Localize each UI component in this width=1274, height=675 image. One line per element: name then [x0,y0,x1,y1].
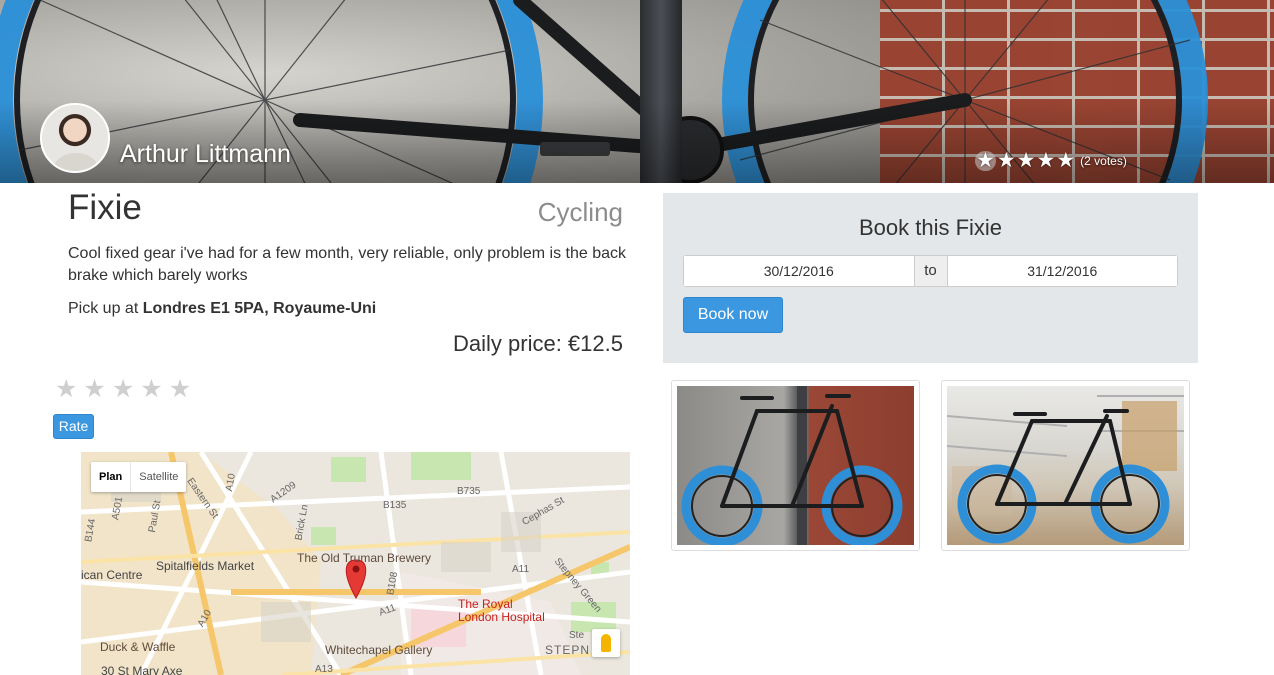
location-map[interactable]: Plan Satellite Spitalfields Market The O… [81,452,630,675]
booking-panel: Book this Fixie to Book now [663,193,1198,363]
map-label: A13 [315,664,333,675]
map-label: B735 [457,486,481,497]
pickup-location: Pick up at Londres E1 5PA, Royaume-Uni [68,298,376,320]
photo-thumbnail[interactable] [671,380,920,551]
star-icon[interactable]: ★ [169,375,191,403]
map-type-plan[interactable]: Plan [91,462,132,492]
map-label: The Old Truman Brewery [297,551,432,565]
map-label: Ste [569,630,585,641]
pickup-address: Londres E1 5PA, Royaume-Uni [142,300,377,317]
map-label: London Hospital [458,610,545,624]
cover-photo: Arthur Littmann ★ ★ ★ ★ ★ (2 votes) [0,0,1274,183]
votes-count: (2 votes) [1080,154,1127,168]
star-icon: ★ [1016,149,1036,172]
bike-photo [677,386,914,545]
map-label: STEPN [545,643,591,657]
listing-title: Fixie [68,188,142,227]
map-label: Spitalfields Market [156,559,255,573]
star-icon: ★ [996,149,1016,172]
map-type-toggle[interactable]: Plan Satellite [91,462,187,492]
star-icon: ★ [1036,149,1056,172]
listing-category: Cycling [537,197,623,227]
map-label: 30 St Mary Axe [101,664,183,675]
listing-description: Cool fixed gear i've had for a few month… [68,245,626,284]
pegman-icon[interactable] [592,629,620,657]
photo-thumbnail[interactable] [941,380,1190,551]
start-date-input[interactable] [684,256,914,286]
rating-input[interactable]: ★ ★ ★ ★ ★ [55,375,191,403]
owner-name[interactable]: Arthur Littmann [120,140,291,169]
map-label: A11 [512,564,530,575]
star-icon[interactable]: ★ [83,375,105,403]
star-icon[interactable]: ★ [140,375,162,403]
average-rating: ★ ★ ★ ★ ★ (2 votes) [975,150,1127,172]
owner-avatar[interactable] [40,103,110,173]
bike-photo [947,386,1184,545]
star-icon: ★ [1056,149,1076,172]
daily-price: Daily price: €12.5 [453,331,623,356]
date-range: to [683,255,1178,287]
end-date-input[interactable] [947,256,1177,286]
date-separator: to [913,256,948,286]
book-now-button[interactable]: Book now [683,297,783,333]
map-type-satellite[interactable]: Satellite [131,462,186,492]
map-label: B135 [383,500,407,511]
booking-title: Book this Fixie [858,215,1003,240]
map-label: Whitechapel Gallery [325,643,433,657]
star-icon: ★ [975,149,996,172]
rate-button[interactable]: Rate [53,414,94,439]
map-label: ican Centre [81,568,143,582]
star-icon[interactable]: ★ [55,375,77,403]
map-label: Duck & Waffle [100,640,176,654]
pickup-prefix: Pick up at [68,300,143,317]
star-icon[interactable]: ★ [112,375,134,403]
